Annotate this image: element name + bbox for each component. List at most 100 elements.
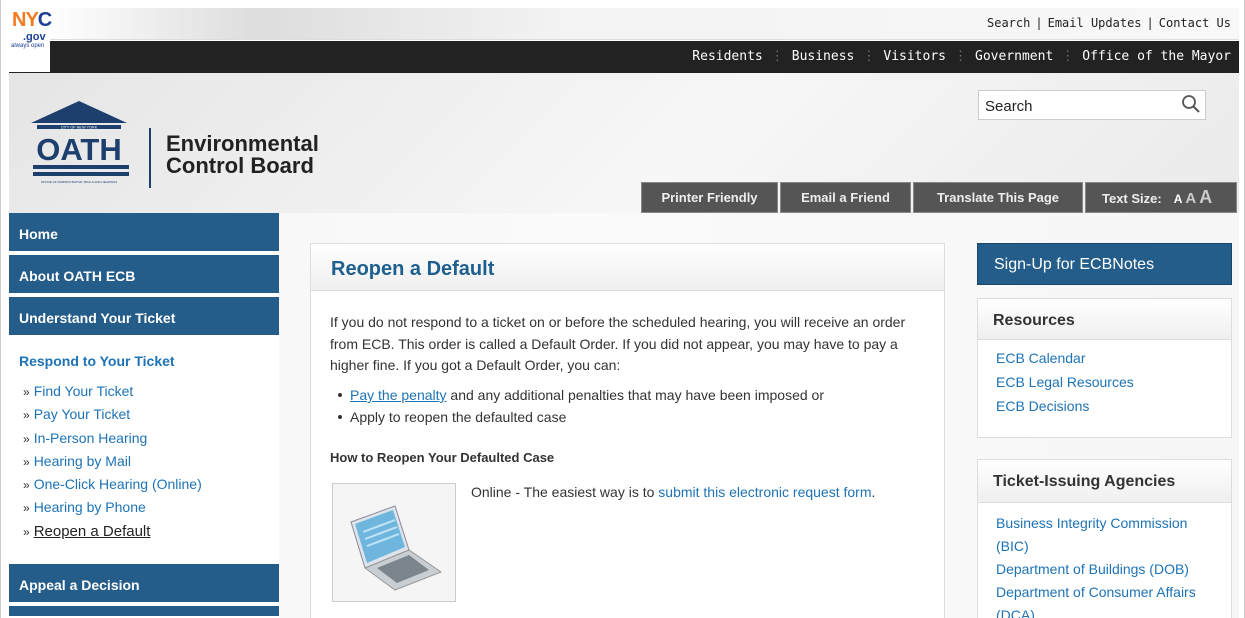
text-size-label: Text Size: [1102, 191, 1162, 206]
laptop-image [332, 483, 456, 602]
sidebar-link-hearing-by-mail[interactable]: » Hearing by Mail [23, 453, 202, 476]
sidebar-sub-links: » Find Your Ticket » Pay Your Ticket » In-P… [23, 383, 202, 546]
pay-penalty-link[interactable]: Pay the penalty [350, 387, 447, 403]
sidebar-item-next[interactable] [9, 606, 279, 618]
agencies-list: Business Integrity Commission (BIC) Depa… [996, 512, 1221, 618]
sidebar-link-pay-ticket[interactable]: » Pay Your Ticket [23, 406, 202, 429]
resource-link-ecb-decisions[interactable]: ECB Decisions [996, 398, 1134, 422]
list-item-text: and any additional penalties that may ha… [446, 387, 824, 403]
nav-visitors[interactable]: Visitors [883, 49, 946, 64]
nav-residents[interactable]: Residents [692, 49, 762, 64]
page-title: Reopen a Default [331, 258, 495, 280]
sidebar-link-reopen-default[interactable]: » Reopen a Default [23, 523, 202, 546]
bullet-icon: » [23, 524, 30, 539]
sidebar-link-hearing-by-phone[interactable]: » Hearing by Phone [23, 499, 202, 522]
utility-separator: | [1035, 16, 1043, 30]
nyc-logo-text: NYC [12, 9, 52, 31]
online-dash: - [511, 484, 524, 500]
bullet-icon: » [23, 454, 30, 469]
nyc-logo-tagline: always open [11, 43, 45, 49]
sidebar-link-find-ticket[interactable]: » Find Your Ticket [23, 383, 202, 406]
resources-card: Resources ECB Calendar ECB Legal Resourc… [977, 298, 1232, 438]
resource-link-ecb-legal-resources[interactable]: ECB Legal Resources [996, 374, 1134, 398]
sidebar-item-home[interactable]: Home [9, 213, 279, 253]
agency-name-line1: Environmental [166, 131, 319, 156]
logo-bar [33, 165, 129, 169]
page: Search | Email Updates | Contact Us NYC .gov… [0, 0, 1245, 618]
nav-business[interactable]: Business [792, 49, 855, 64]
resource-link-ecb-calendar[interactable]: ECB Calendar [996, 350, 1134, 374]
utility-links: Search | Email Updates | Contact Us [987, 16, 1231, 30]
signup-ecbnotes-button[interactable]: Sign-Up for ECBNotes [977, 243, 1232, 285]
nav-government[interactable]: Government [975, 49, 1053, 64]
online-end: . [871, 484, 876, 500]
logo-bar [33, 172, 129, 176]
request-form-link[interactable]: submit this electronic request form [658, 484, 871, 500]
sidebar-item-about[interactable]: About OATH ECB [9, 255, 279, 295]
online-text: The easiest way is to [523, 484, 659, 500]
laptop-icon [350, 505, 443, 591]
section-heading: How to Reopen Your Defaulted Case [330, 450, 555, 465]
bullet-icon: » [23, 478, 30, 493]
search-box [978, 90, 1206, 120]
agency-name-line2: Control Board [166, 153, 314, 178]
email-a-friend-button[interactable]: Email a Friend [780, 182, 911, 213]
main-nav-bar: Residents ⋮ Business ⋮ Visitors ⋮ Government ⋮ O… [9, 41, 1239, 73]
oath-logo[interactable]: CITY OF NEW YORK OATH OFFICE OF ADMINIST… [27, 101, 132, 191]
bullet-icon: » [23, 385, 30, 399]
logo-divider [149, 128, 151, 188]
nav-office-of-the-mayor[interactable]: Office of the Mayor [1082, 49, 1231, 64]
bullet-icon: » [23, 431, 30, 446]
resources-header: Resources [978, 299, 1231, 340]
nyc-logo-gov: .gov [23, 31, 46, 43]
left-sidebar: Home About OATH ECB Understand Your Tick… [9, 213, 279, 618]
online-label: Online [471, 484, 512, 500]
bullet-icon: » [23, 501, 30, 516]
main-content: Reopen a Default If you do not respond t… [310, 243, 945, 618]
agencies-header: Ticket-Issuing Agencies [978, 460, 1231, 503]
agency-name: Environmental Control Board [166, 133, 319, 177]
agencies-title: Ticket-Issuing Agencies [993, 473, 1176, 490]
logo-roof [31, 101, 127, 123]
intro-paragraph: If you do not respond to a ticket on or … [330, 314, 906, 373]
nav-separator: ⋮ [862, 49, 876, 64]
utility-link-contact-us[interactable]: Contact Us [1159, 16, 1231, 30]
logo-bottom-text: OFFICE OF ADMINISTRATIVE TRIALS AND HEAR… [41, 180, 117, 184]
printer-friendly-button[interactable]: Printer Friendly [641, 182, 778, 213]
text-size-small-button[interactable]: A [1174, 192, 1183, 206]
bullet-icon: » [23, 408, 30, 423]
bullet-dot [338, 393, 342, 398]
online-option: Online - The easiest way is to submit th… [471, 484, 875, 500]
nyc-gov-logo[interactable]: NYC .gov always open [9, 8, 52, 72]
logo-name: OATH [36, 132, 122, 167]
utility-link-search[interactable]: Search [987, 16, 1030, 30]
list-item: Apply to reopen the defaulted case [338, 409, 824, 431]
main-header: Reopen a Default [311, 244, 944, 291]
utility-bar: Search | Email Updates | Contact Us [9, 8, 1239, 40]
list-item-text: Apply to reopen the defaulted case [350, 409, 567, 425]
text-size-medium-button[interactable]: A [1185, 190, 1196, 207]
utility-separator: | [1146, 16, 1154, 30]
sidebar-item-appeal[interactable]: Appeal a Decision [9, 564, 279, 604]
agency-link-dca[interactable]: Department of Consumer Affairs (DCA) [996, 581, 1221, 618]
agency-link-dob[interactable]: Department of Buildings (DOB) [996, 558, 1221, 581]
bullet-dot [338, 415, 342, 420]
sidebar-link-in-person-hearing[interactable]: » In-Person Hearing [23, 430, 202, 453]
list-item: Pay the penalty and any additional penal… [338, 387, 824, 409]
nav-separator: ⋮ [770, 49, 784, 64]
agency-link-bic[interactable]: Business Integrity Commission (BIC) [996, 512, 1221, 558]
text-size-large-button[interactable]: A [1199, 187, 1212, 207]
sidebar-link-one-click-hearing[interactable]: » One-Click Hearing (Online) [23, 476, 202, 499]
translate-page-button[interactable]: Translate This Page [913, 182, 1083, 213]
resources-title: Resources [993, 312, 1075, 329]
sidebar-item-understand-ticket[interactable]: Understand Your Ticket [9, 297, 279, 337]
text-size-control: Text Size: A A A [1085, 182, 1237, 213]
search-input[interactable] [985, 96, 1175, 116]
resources-list: ECB Calendar ECB Legal Resources ECB Dec… [996, 350, 1134, 422]
utility-link-email-updates[interactable]: Email Updates [1048, 16, 1142, 30]
sidebar-item-respond-ticket[interactable]: Respond to Your Ticket [19, 353, 175, 369]
search-icon[interactable] [1179, 93, 1203, 117]
logo-top-text: CITY OF NEW YORK [61, 125, 98, 129]
nav-separator: ⋮ [1061, 49, 1075, 64]
agencies-card: Ticket-Issuing Agencies Business Integri… [977, 459, 1232, 618]
